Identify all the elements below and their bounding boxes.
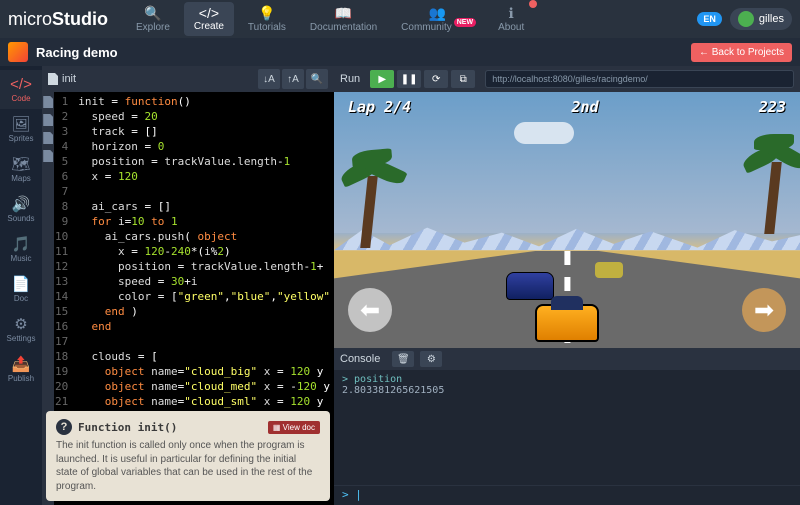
console-settings-button[interactable]: ⚙ xyxy=(420,351,442,367)
detach-button[interactable]: ⧉ xyxy=(451,70,475,88)
music-icon: 🎵 xyxy=(12,235,31,253)
hud-score: 223 xyxy=(759,98,786,116)
filename-label: init xyxy=(62,73,76,85)
search-icon: 🔍 xyxy=(144,5,161,22)
file-tab[interactable]: init xyxy=(48,73,76,85)
steer-right-button[interactable]: ➡ xyxy=(742,288,786,332)
view-doc-button[interactable]: ▦ View doc xyxy=(268,421,320,434)
play-button[interactable]: ▶ xyxy=(370,70,394,88)
gear-icon: ⚙ xyxy=(14,315,27,333)
file-item[interactable] xyxy=(43,96,53,108)
hud-position: 2nd xyxy=(572,98,599,116)
side-sounds[interactable]: 🔊Sounds xyxy=(0,189,42,229)
side-publish[interactable]: 📤Publish xyxy=(0,349,42,389)
code-icon: </> xyxy=(10,76,32,93)
publish-icon: 📤 xyxy=(12,355,31,373)
nav-tutorials[interactable]: 💡Tutorials xyxy=(238,2,296,36)
help-icon: ? xyxy=(56,419,72,435)
console-clear-button[interactable]: 🗑 xyxy=(392,351,414,367)
run-url[interactable]: http://localhost:8080/gilles/racingdemo/ xyxy=(485,70,794,88)
image-icon: 🖼 xyxy=(11,115,30,133)
reload-button[interactable]: ⟳ xyxy=(424,70,448,88)
game-preview[interactable]: Lap 2/4 2nd 223 ⬅ ➡ xyxy=(334,92,800,348)
steer-left-button[interactable]: ⬅ xyxy=(348,288,392,332)
community-icon: 👥 xyxy=(429,5,446,22)
sort-desc-button[interactable]: ↓A xyxy=(258,69,280,89)
console-label: Console xyxy=(340,353,380,365)
map-icon: 🗺 xyxy=(11,155,30,173)
language-switch[interactable]: EN xyxy=(697,12,722,26)
file-icon xyxy=(48,73,58,85)
hint-title: Function init() xyxy=(78,421,262,434)
new-badge: NEW xyxy=(454,18,476,27)
side-code[interactable]: </>Code xyxy=(0,70,42,109)
project-title: Racing demo xyxy=(36,45,691,60)
app-logo: microStudio xyxy=(8,9,108,30)
side-doc[interactable]: 📄Doc xyxy=(0,269,42,309)
project-icon xyxy=(8,42,28,62)
file-item[interactable] xyxy=(43,132,53,144)
nav-documentation[interactable]: 📖Documentation xyxy=(300,2,387,36)
run-label: Run xyxy=(340,73,360,85)
console-input[interactable]: > | xyxy=(334,485,800,505)
username-label: gilles xyxy=(759,13,784,25)
nav-create[interactable]: </>Create xyxy=(184,2,234,36)
console-output: > position 2.803381265621505 xyxy=(334,370,800,485)
doc-icon: 📄 xyxy=(12,275,31,293)
code-icon: </> xyxy=(199,5,219,21)
file-item[interactable] xyxy=(43,150,53,162)
nav-explore[interactable]: 🔍Explore xyxy=(126,2,180,36)
bulb-icon: 💡 xyxy=(258,5,275,22)
hint-body: The init function is called only once wh… xyxy=(56,439,320,493)
side-settings[interactable]: ⚙Settings xyxy=(0,309,42,349)
sound-icon: 🔊 xyxy=(12,195,31,213)
file-item[interactable] xyxy=(43,114,53,126)
back-to-projects-button[interactable]: ← Back to Projects xyxy=(691,43,792,62)
nav-community[interactable]: 👥CommunityNEW xyxy=(391,2,484,36)
avatar-icon xyxy=(738,11,754,27)
side-sprites[interactable]: 🖼Sprites xyxy=(0,109,42,149)
nav-about[interactable]: ℹAbout xyxy=(488,2,534,36)
side-maps[interactable]: 🗺Maps xyxy=(0,149,42,189)
search-button[interactable]: 🔍 xyxy=(306,69,328,89)
pause-button[interactable]: ❚❚ xyxy=(397,70,421,88)
user-menu[interactable]: gilles xyxy=(730,8,792,30)
side-music[interactable]: 🎵Music xyxy=(0,229,42,269)
info-icon: ℹ xyxy=(509,5,514,22)
doc-hint: ? Function init() ▦ View doc The init fu… xyxy=(46,411,330,501)
hud-lap: Lap 2/4 xyxy=(348,98,411,116)
sort-asc-button[interactable]: ↑A xyxy=(282,69,304,89)
book-icon: 📖 xyxy=(335,5,352,22)
